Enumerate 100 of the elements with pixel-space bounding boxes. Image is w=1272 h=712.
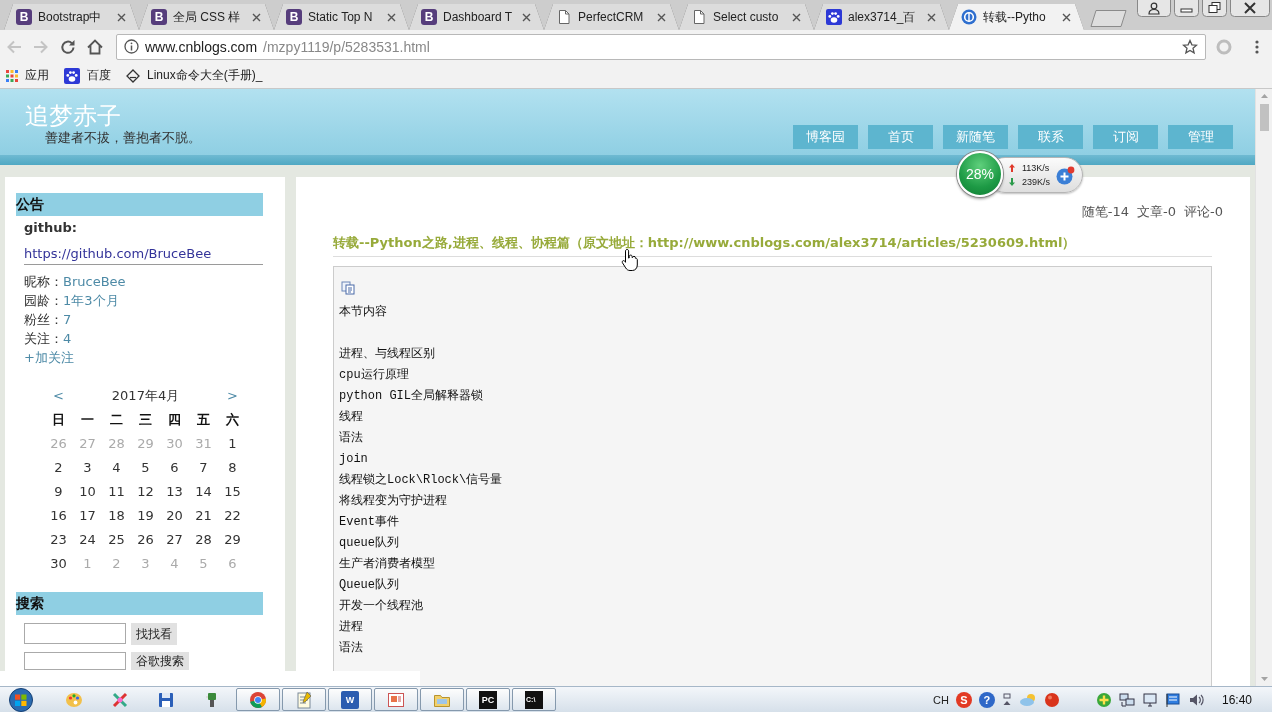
plus-circle-icon[interactable] — [1095, 691, 1112, 708]
letter-logo-icon: B — [151, 9, 167, 25]
calendar-day: 9 — [54, 481, 63, 501]
letter-logo-icon[interactable]: S — [955, 691, 972, 708]
slides-icon[interactable] — [387, 690, 405, 709]
contents-heading: 本节内容 — [339, 304, 387, 321]
blog-subtitle: 善建者不拔，善抱者不脱。 — [45, 130, 201, 146]
section-heading: 搜索 — [16, 592, 263, 615]
browser-tab[interactable]: B Dashboard T — [409, 4, 544, 30]
plus-icon[interactable] — [1056, 165, 1076, 185]
calendar-day: 13 — [166, 481, 183, 501]
follow-link[interactable]: +加关注 — [24, 348, 74, 367]
weekday-label: 一 — [81, 410, 94, 429]
calendar-day: 10 — [79, 481, 96, 501]
info-icon[interactable] — [124, 39, 139, 54]
calendar-day: 28 — [195, 529, 212, 549]
letter-logo-icon: B — [16, 9, 32, 25]
contents-line: 语法 — [339, 640, 363, 657]
calendar-day: 22 — [224, 505, 241, 525]
monitor-icon[interactable] — [1141, 691, 1158, 708]
calendar-day: 29 — [224, 529, 241, 549]
flag-icon[interactable] — [1164, 691, 1181, 708]
browser-tab[interactable]: B 全局 CSS 样 — [139, 4, 274, 30]
taskbar-button[interactable] — [236, 688, 280, 711]
next-month-link[interactable]: > — [227, 385, 238, 405]
stat-link[interactable]: 4 — [63, 329, 72, 348]
search-input[interactable] — [24, 623, 126, 644]
new-tab-button[interactable] — [1090, 10, 1128, 27]
page-icon — [691, 9, 707, 25]
browser-tab[interactable]: PerfectCRM — [544, 4, 679, 30]
taskbar-button[interactable] — [282, 688, 326, 711]
prev-month-link[interactable]: < — [53, 385, 64, 405]
palette-icon[interactable] — [65, 690, 83, 709]
browser-tab[interactable]: alex3714_百 — [814, 4, 949, 30]
close-icon[interactable] — [117, 12, 126, 22]
close-icon[interactable] — [522, 12, 531, 22]
browser-tab[interactable]: B Bootstrap中 — [4, 4, 139, 30]
browser-tab[interactable]: 转载--Pytho — [949, 4, 1084, 30]
color-wheel-icon[interactable] — [249, 690, 267, 709]
clock[interactable]: 16:40 — [1221, 692, 1252, 707]
address-field[interactable]: www.cnblogs.com /mzpy1119/p/5283531.html — [116, 33, 1206, 60]
weekday-label: 日 — [52, 410, 65, 429]
weekday-label: 二 — [110, 410, 123, 429]
paw-icon — [64, 67, 80, 84]
search-button[interactable]: 谷歌搜索 — [131, 652, 189, 670]
network-icon[interactable] — [1118, 691, 1135, 708]
taskbar-button[interactable]: W — [328, 688, 372, 711]
home-icon[interactable] — [85, 37, 104, 56]
close-icon[interactable] — [657, 12, 666, 22]
options-icon[interactable] — [1001, 692, 1012, 707]
taskbar-button[interactable]: PC — [466, 688, 510, 711]
close-icon[interactable] — [1062, 12, 1071, 22]
contents-line: 进程、与线程区别 — [339, 346, 435, 363]
search-input[interactable] — [24, 652, 126, 670]
close-icon[interactable] — [927, 12, 936, 22]
stat-link[interactable]: BruceBee — [63, 272, 126, 291]
ball-icon[interactable] — [1043, 691, 1060, 708]
browser-tab[interactable]: Select custo — [679, 4, 814, 30]
calendar-day: 28 — [108, 433, 125, 453]
restore-icon[interactable] — [1202, 0, 1227, 17]
close-icon[interactable] — [792, 12, 801, 22]
stat-label: 园龄： — [24, 292, 63, 310]
bookmark-item[interactable]: Linux命令大全(手册)_ — [123, 65, 266, 86]
github-link[interactable]: https://github.com/BruceBee — [24, 245, 212, 263]
close-window-icon[interactable] — [1230, 0, 1270, 17]
calendar-day: 6 — [228, 553, 237, 573]
calendar-day: 5 — [199, 553, 208, 573]
taskbar-button[interactable] — [374, 688, 418, 711]
calendar-day: 27 — [166, 529, 183, 549]
taskbar-button[interactable] — [420, 688, 464, 711]
calendar-day: 7 — [199, 457, 208, 477]
search-button[interactable]: 找找看 — [131, 623, 177, 645]
calendar-day: 26 — [137, 529, 154, 549]
profile-icon[interactable] — [1137, 0, 1171, 17]
stat-link[interactable]: 7 — [63, 310, 72, 329]
github-label: github: — [24, 219, 77, 237]
calendar-day: 8 — [228, 457, 237, 477]
help-icon[interactable]: ? — [978, 691, 995, 708]
cross-mark-icon[interactable] — [111, 690, 129, 709]
weekday-label: 四 — [168, 410, 181, 429]
calendar-day: 30 — [166, 433, 183, 453]
bookmark-item[interactable]: 百度 — [61, 65, 114, 86]
star-icon[interactable] — [1182, 38, 1198, 55]
calendar-day: 3 — [83, 457, 92, 477]
menu-icon[interactable] — [1255, 39, 1259, 54]
browser-tab[interactable]: B Static Top N — [274, 4, 409, 30]
reload-icon[interactable] — [58, 37, 77, 56]
input-language-label[interactable]: CH — [933, 693, 949, 706]
copy-icon[interactable] — [341, 281, 355, 295]
down-arrow-icon — [1009, 178, 1015, 186]
close-icon[interactable] — [387, 12, 396, 22]
contents-line: 进程 — [339, 619, 363, 636]
bookmark-item[interactable]: 应用 — [3, 65, 52, 86]
calendar-day: 26 — [50, 433, 67, 453]
scrollbar-thumb[interactable] — [1259, 104, 1269, 131]
letter-logo-icon: W — [341, 690, 359, 709]
calendar-month: 2017年4月 — [111, 386, 180, 405]
notepad-icon[interactable] — [295, 690, 313, 709]
stat-link[interactable]: 1年3个月 — [63, 291, 119, 310]
close-icon[interactable] — [252, 12, 261, 22]
